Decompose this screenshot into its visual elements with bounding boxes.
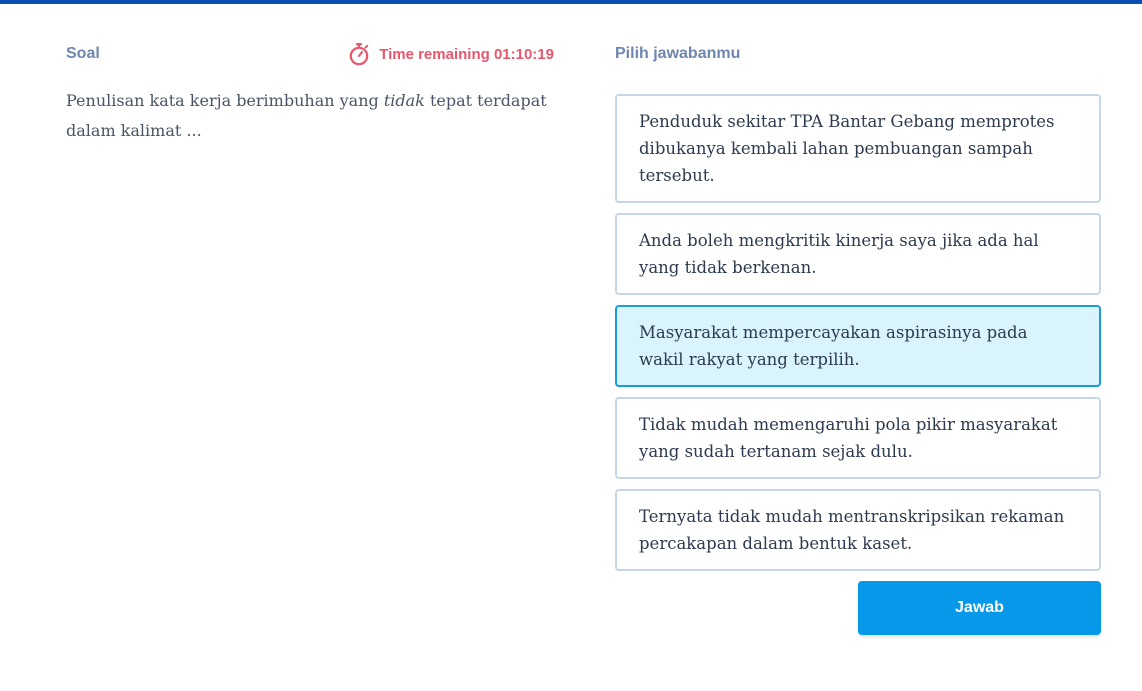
- answer-option-5[interactable]: Ternyata tidak mudah mentranskripsikan r…: [615, 489, 1101, 571]
- question-text: Penulisan kata kerja berimbuhan yang tid…: [66, 86, 554, 146]
- submit-answer-button[interactable]: Jawab: [858, 581, 1101, 635]
- question-text-emphasis: tidak: [383, 91, 425, 110]
- question-text-before: Penulisan kata kerja berimbuhan yang: [66, 91, 384, 110]
- answer-panel: Pilih jawabanmu Penduduk sekitar TPA Ban…: [615, 40, 1101, 635]
- submit-row: Jawab: [615, 581, 1101, 635]
- question-panel: Soal Time remaining 01:10:19 Penulisan k…: [66, 40, 554, 146]
- top-accent-bar: [0, 0, 1142, 4]
- answer-section-label: Pilih jawabanmu: [615, 45, 741, 62]
- stopwatch-icon: [349, 43, 369, 66]
- question-header: Soal Time remaining 01:10:19: [66, 40, 554, 68]
- answer-option-4[interactable]: Tidak mudah memengaruhi pola pikir masya…: [615, 397, 1101, 479]
- answer-option-2[interactable]: Anda boleh mengkritik kinerja saya jika …: [615, 213, 1101, 295]
- timer-text: Time remaining 01:10:19: [379, 45, 554, 63]
- answer-option-3[interactable]: Masyarakat mempercayakan aspirasinya pad…: [615, 305, 1101, 387]
- answer-option-1[interactable]: Penduduk sekitar TPA Bantar Gebang mempr…: [615, 94, 1101, 203]
- answer-options: Penduduk sekitar TPA Bantar Gebang mempr…: [615, 94, 1101, 571]
- timer: Time remaining 01:10:19: [348, 40, 554, 68]
